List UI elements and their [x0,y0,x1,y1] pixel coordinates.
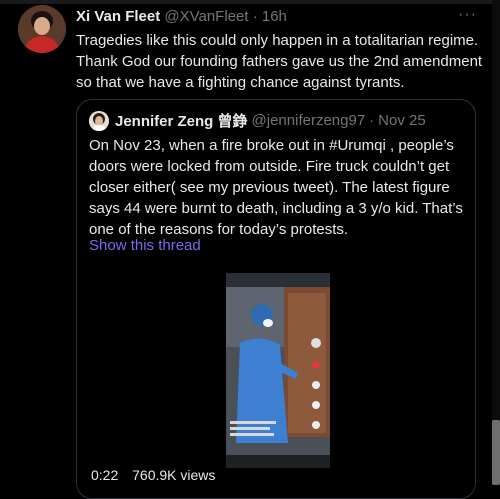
show-thread-link[interactable]: Show this thread [89,237,201,254]
tweet-header: Xi Van Fleet @XVanFleet · 16h [76,8,287,25]
quoted-tweet[interactable]: Jennifer Zeng 曾錚 @jenniferzeng97 · Nov 2… [76,99,476,499]
quote-avatar-image [89,110,109,131]
video-frame [226,273,330,468]
quote-header: Jennifer Zeng 曾錚 @jenniferzeng97 · Nov 2… [89,110,426,131]
tweet-text: Tragedies like this could only happen in… [76,32,483,91]
separator-dot: · [252,8,258,25]
more-horizontal-icon[interactable]: ··· [458,6,477,24]
quote-author-handle[interactable]: @jenniferzeng97 [252,112,366,129]
video-views: 760.9K views [132,467,216,483]
avatar[interactable] [18,5,66,53]
quote-text: On Nov 23, when a fire broke out in #Uru… [89,137,463,238]
top-strip [0,0,500,4]
video-thumbnail[interactable] [226,273,330,468]
quote-avatar[interactable] [89,110,109,131]
tweet-time[interactable]: 16h [262,8,287,25]
quote-separator-dot: · [369,112,375,129]
video-player[interactable]: 0:22 760.9K views [77,271,475,498]
scrollbar-track[interactable] [492,0,500,485]
avatar-image [18,5,66,53]
author-handle[interactable]: @XVanFleet [164,8,248,25]
video-meta: 0:22 760.9K views [91,467,225,483]
author-name[interactable]: Xi Van Fleet [76,8,160,25]
scrollbar-thumb[interactable] [492,420,500,485]
quote-time[interactable]: Nov 25 [378,112,426,129]
quote-author-name[interactable]: Jennifer Zeng 曾錚 [115,110,248,131]
video-duration: 0:22 [91,467,119,483]
